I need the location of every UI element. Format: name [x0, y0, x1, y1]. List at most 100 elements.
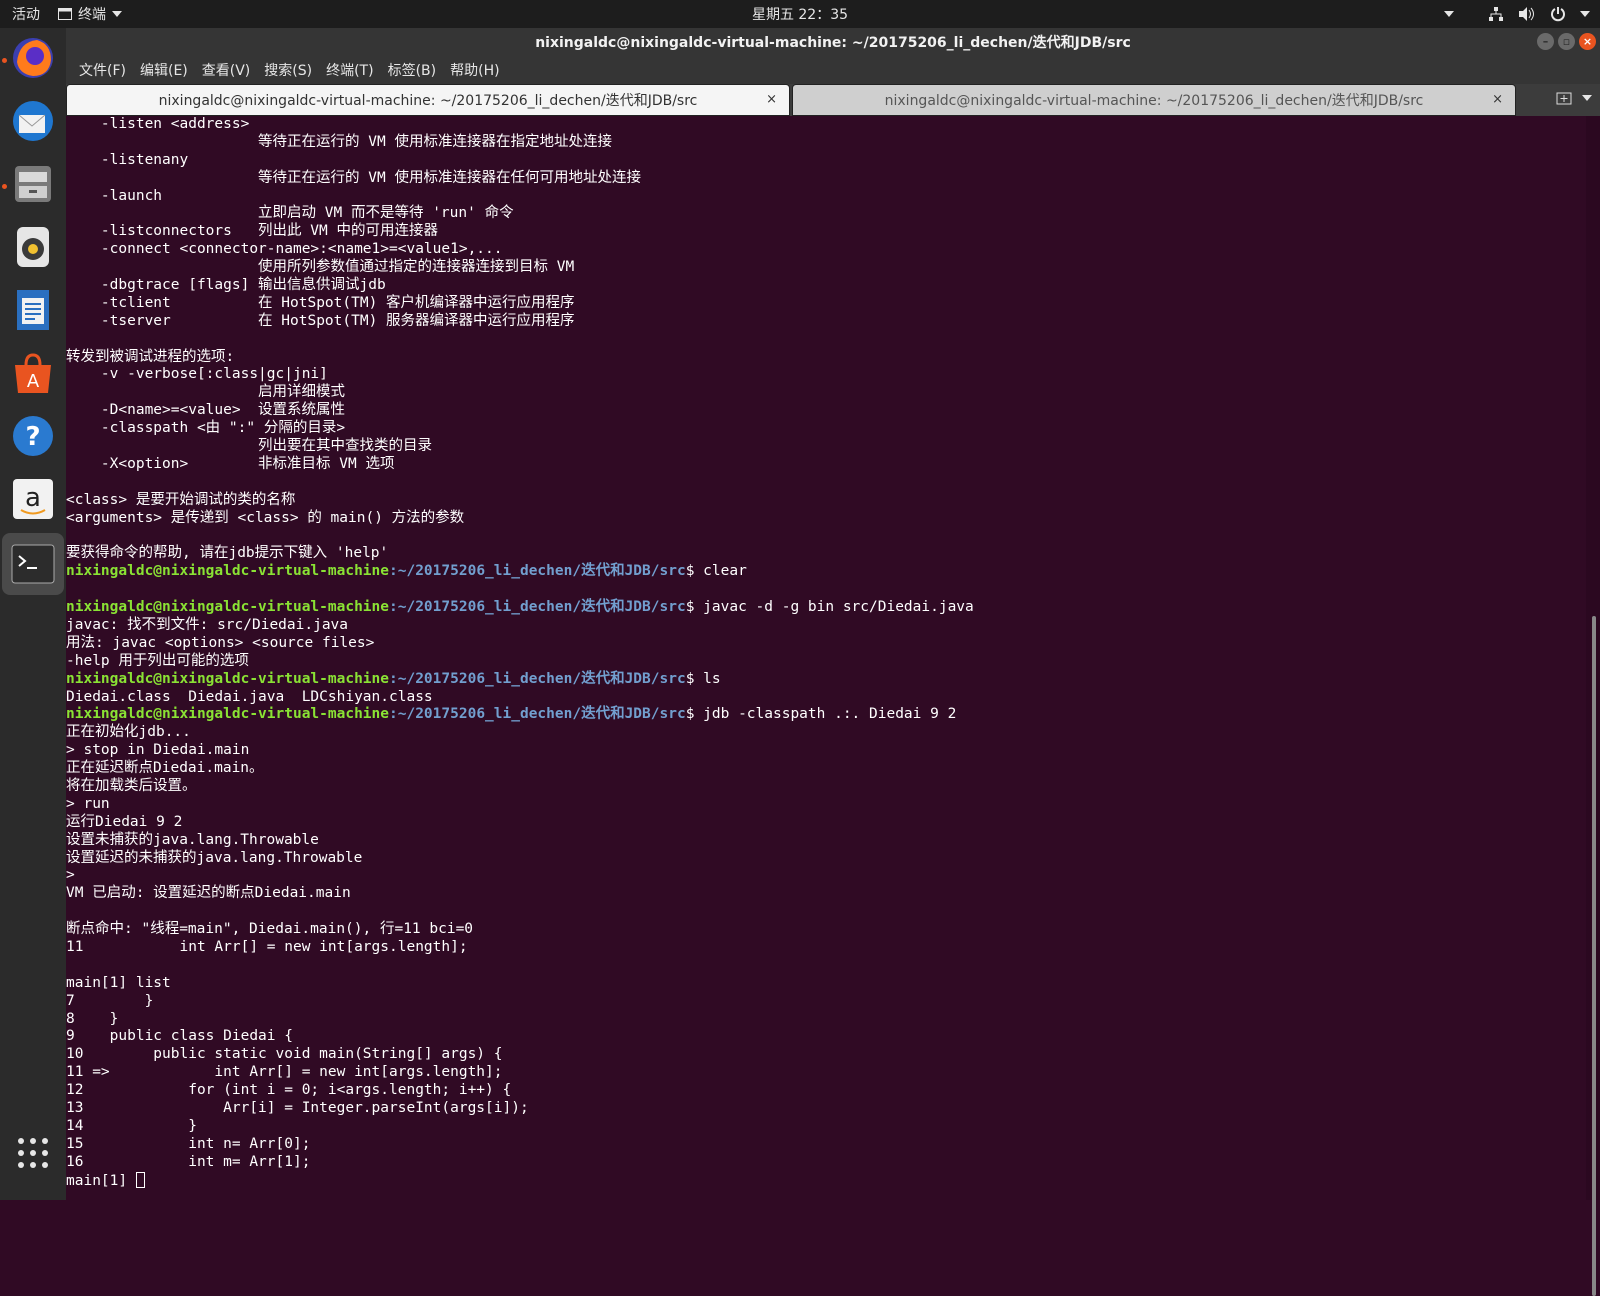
- tab-close-icon[interactable]: ×: [766, 92, 777, 107]
- line-text: -tclient 在 HotSpot(TM) 客户机编译器中运行应用程序: [66, 294, 575, 311]
- line-text: -dbgtrace [flags] 输出信息供调试jdb: [66, 277, 386, 294]
- chevron-down-icon[interactable]: [1580, 11, 1590, 17]
- line-text: 7 }: [66, 992, 154, 1009]
- output-line: 9 public class Diedai {: [66, 1028, 1586, 1046]
- clock[interactable]: 星期五 22：35: [752, 7, 848, 23]
- files-launcher[interactable]: [8, 159, 58, 209]
- output-line: 启用详细模式: [66, 384, 1586, 402]
- menu-view[interactable]: 查看(V): [195, 60, 258, 80]
- show-apps-icon: [18, 1138, 48, 1168]
- line-text: main[1]: [66, 1172, 136, 1189]
- output-line: 8 }: [66, 1011, 1586, 1029]
- terminal-output[interactable]: -listen <address> 等待正在运行的 VM 使用标准连接器在指定地…: [66, 116, 1586, 1200]
- svg-text:A: A: [27, 371, 40, 392]
- svg-text:?: ?: [25, 422, 40, 452]
- maximize-button[interactable]: ▫: [1558, 33, 1575, 50]
- line-text: 16 int m= Arr[1];: [66, 1153, 311, 1170]
- firefox-launcher[interactable]: [8, 33, 58, 83]
- output-line: main[1] list: [66, 975, 1586, 993]
- line-text: Diedai.class Diedai.java LDCshiyan.class: [66, 688, 433, 705]
- app-menu[interactable]: 终端: [52, 4, 122, 24]
- software-icon: A: [15, 353, 51, 393]
- line-text: 断点命中: "线程=main", Diedai.main(), 行=11 bci…: [66, 921, 474, 938]
- line-text: 13 Arr[i] = Integer.parseInt(args[i]);: [66, 1099, 529, 1116]
- line-text: main[1] list: [66, 974, 171, 991]
- menu-help[interactable]: 帮助(H): [443, 60, 506, 80]
- terminal-window: nixingaldc@nixingaldc-virtual-machine: ~…: [66, 28, 1600, 1296]
- output-line: 列出要在其中查找类的目录: [66, 438, 1586, 456]
- menu-edit[interactable]: 编辑(E): [133, 60, 195, 80]
- power-icon[interactable]: [1550, 6, 1566, 22]
- line-text: $ clear: [685, 563, 747, 580]
- output-line: 正在初始化jdb...: [66, 724, 1586, 742]
- menu-tabs[interactable]: 标签(B): [381, 60, 444, 80]
- new-tab-icon[interactable]: [1556, 90, 1572, 106]
- line-text: 12 for (int i = 0; i<args.length; i++) {: [66, 1082, 512, 1099]
- menu-file[interactable]: 文件(F): [72, 60, 133, 80]
- writer-launcher[interactable]: [8, 285, 58, 335]
- output-line: -connect <connector-name>:<name1>=<value…: [66, 241, 1586, 259]
- chevron-down-icon[interactable]: [1444, 11, 1454, 17]
- system-tray[interactable]: [1444, 0, 1590, 28]
- svg-text:a: a: [25, 483, 41, 513]
- tab-2[interactable]: nixingaldc@nixingaldc-virtual-machine: ~…: [792, 84, 1516, 116]
- thunderbird-icon: [13, 101, 53, 141]
- network-icon[interactable]: [1488, 6, 1504, 22]
- running-indicator: [2, 184, 7, 189]
- prompt-path: :~/20175206_li_dechen/迭代和JDB/src: [389, 706, 686, 723]
- minimize-button[interactable]: –: [1537, 33, 1554, 50]
- show-apps-button[interactable]: [8, 1128, 58, 1178]
- output-line: <arguments> 是传递到 <class> 的 main() 方法的参数: [66, 510, 1586, 528]
- output-line: -X<option> 非标准目标 VM 选项: [66, 456, 1586, 474]
- scrollbar-thumb[interactable]: [1592, 616, 1596, 1296]
- output-line: -classpath <由 ":" 分隔的目录>: [66, 420, 1586, 438]
- prompt-user: nixingaldc@nixingaldc-virtual-machine: [66, 670, 390, 687]
- prompt-path: :~/20175206_li_dechen/迭代和JDB/src: [389, 563, 686, 580]
- line-text: 将在加载类后设置。: [66, 777, 197, 794]
- firefox-icon: [13, 38, 53, 78]
- output-line: 运行Diedai 9 2: [66, 814, 1586, 832]
- line-text: <arguments> 是传递到 <class> 的 main() 方法的参数: [66, 509, 465, 526]
- output-line: 使用所列参数值通过指定的连接器连接到目标 VM: [66, 259, 1586, 277]
- chevron-down-icon[interactable]: [1582, 95, 1592, 101]
- line-text: $ javac -d -g bin src/Diedai.java: [685, 599, 974, 616]
- line-text: 设置延迟的未捕获的java.lang.Throwable: [66, 849, 363, 866]
- output-line: 7 }: [66, 993, 1586, 1011]
- rhythmbox-launcher[interactable]: [8, 222, 58, 272]
- tab-1[interactable]: nixingaldc@nixingaldc-virtual-machine: ~…: [66, 84, 790, 116]
- output-line: 将在加载类后设置。: [66, 778, 1586, 796]
- terminal-launcher[interactable]: [2, 533, 64, 595]
- software-launcher[interactable]: A: [8, 348, 58, 398]
- running-indicator: [2, 58, 7, 63]
- close-button[interactable]: ×: [1579, 33, 1596, 50]
- amazon-icon: a: [13, 479, 53, 519]
- menu-terminal[interactable]: 终端(T): [319, 60, 380, 80]
- window-titlebar[interactable]: nixingaldc@nixingaldc-virtual-machine: ~…: [66, 28, 1600, 56]
- activities-button[interactable]: 活动: [0, 4, 52, 24]
- help-launcher[interactable]: ?: [8, 411, 58, 461]
- output-line: main[1]: [66, 1171, 1586, 1190]
- scrollbar[interactable]: [1586, 116, 1600, 1296]
- line-text: 11 int Arr[] = new int[args.length];: [66, 938, 468, 955]
- output-line: 14 }: [66, 1118, 1586, 1136]
- menu-search[interactable]: 搜索(S): [257, 60, 319, 80]
- line-text: VM 已启动: 设置延迟的断点Diedai.main: [66, 885, 351, 902]
- output-line: 立即启动 VM 而不是等待 'run' 命令: [66, 205, 1586, 223]
- amazon-launcher[interactable]: a: [8, 474, 58, 524]
- tab-close-icon[interactable]: ×: [1492, 92, 1503, 107]
- tab-bar: nixingaldc@nixingaldc-virtual-machine: ~…: [66, 84, 1600, 116]
- terminal-icon: [11, 544, 55, 584]
- line-text: 等待正在运行的 VM 使用标准连接器在任何可用地址处连接: [66, 169, 641, 186]
- thunderbird-launcher[interactable]: [8, 96, 58, 146]
- output-line: 设置延迟的未捕获的java.lang.Throwable: [66, 850, 1586, 868]
- prompt-user: nixingaldc@nixingaldc-virtual-machine: [66, 599, 390, 616]
- output-line: 11 => int Arr[] = new int[args.length];: [66, 1064, 1586, 1082]
- volume-icon[interactable]: [1518, 6, 1536, 22]
- output-line: 12 for (int i = 0; i<args.length; i++) {: [66, 1082, 1586, 1100]
- chevron-down-icon: [112, 11, 122, 17]
- output-line: 等待正在运行的 VM 使用标准连接器在任何可用地址处连接: [66, 170, 1586, 188]
- prompt-path: :~/20175206_li_dechen/迭代和JDB/src: [389, 670, 686, 687]
